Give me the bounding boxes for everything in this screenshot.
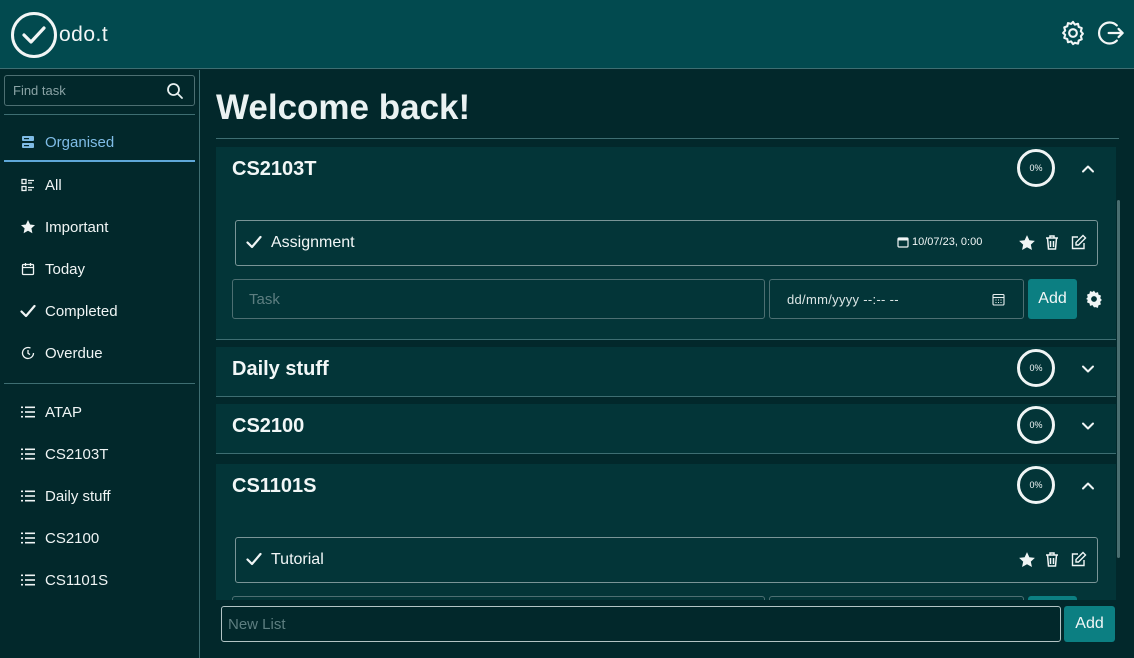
- gear-icon[interactable]: [1059, 19, 1087, 47]
- list-header[interactable]: CS1101S 0%: [216, 464, 1116, 509]
- organised-icon: [20, 134, 36, 150]
- divider: [216, 453, 1116, 454]
- task-item[interactable]: Tutorial: [235, 537, 1098, 583]
- list-label: CS1101S: [45, 571, 109, 589]
- list-label: CS2100: [45, 529, 100, 547]
- star-icon: [20, 219, 36, 235]
- nav-label: Organised: [45, 133, 115, 151]
- new-list-bar: Add: [200, 600, 1134, 658]
- list-icon: [20, 446, 36, 462]
- list-label: ATAP: [45, 403, 82, 421]
- check-icon: [20, 303, 36, 319]
- logout-icon[interactable]: [1097, 19, 1125, 47]
- task-name: Tutorial: [271, 551, 324, 568]
- nav-today[interactable]: Today: [4, 250, 195, 288]
- calendar-picker-icon[interactable]: [992, 293, 1005, 311]
- sidebar-list-atap[interactable]: ATAP: [4, 393, 195, 431]
- list-card-cs2103t: CS2103T 0% Assignment 10/07/23, 0:00 Tas…: [216, 147, 1116, 339]
- list-icon: [20, 530, 36, 546]
- list-header[interactable]: Daily stuff 0%: [216, 347, 1116, 392]
- nav-label: Important: [45, 218, 109, 236]
- search-icon[interactable]: [166, 82, 184, 105]
- main-content: Welcome back! CS2103T 0% Assignment 10/0…: [200, 70, 1134, 658]
- divider: [216, 396, 1116, 397]
- trash-icon[interactable]: [1044, 551, 1062, 569]
- date-time-input[interactable]: dd/mm/yyyy --:-- --: [769, 279, 1024, 319]
- search-box: [4, 75, 195, 106]
- list-header[interactable]: CS2100 0%: [216, 404, 1116, 449]
- list-title[interactable]: CS2100: [232, 415, 304, 438]
- list-details-icon: [20, 177, 36, 193]
- list-card-daily-stuff: Daily stuff 0%: [216, 347, 1116, 396]
- check-icon[interactable]: [246, 552, 262, 571]
- nav-overdue[interactable]: Overdue: [4, 334, 195, 372]
- new-list-input[interactable]: [221, 606, 1061, 642]
- nav-label: Today: [45, 260, 86, 278]
- task-name: Assignment: [271, 234, 355, 251]
- nav-organised[interactable]: Organised: [4, 124, 195, 162]
- app-header: odo.t: [0, 0, 1134, 69]
- sidebar-list-cs2100[interactable]: CS2100: [4, 519, 195, 557]
- due-date-text: 10/07/23, 0:00: [912, 236, 983, 248]
- progress-ring: 0%: [1017, 406, 1055, 444]
- edit-icon[interactable]: [1070, 234, 1088, 252]
- nav-all[interactable]: All: [4, 166, 195, 204]
- list-icon: [20, 488, 36, 504]
- chevron-up-icon[interactable]: [1078, 159, 1098, 179]
- task-item[interactable]: Assignment 10/07/23, 0:00: [235, 220, 1098, 266]
- task-due-date: 10/07/23, 0:00: [897, 236, 982, 248]
- task-input[interactable]: [232, 279, 765, 319]
- sidebar-list-cs2103t[interactable]: CS2103T: [4, 435, 195, 473]
- gear-icon[interactable]: [1084, 289, 1104, 309]
- nav-label: All: [45, 176, 62, 194]
- chevron-down-icon[interactable]: [1078, 416, 1098, 436]
- search-input[interactable]: [5, 76, 165, 105]
- nav-important[interactable]: Important: [4, 208, 195, 246]
- progress-ring: 0%: [1017, 149, 1055, 187]
- progress-ring: 0%: [1017, 466, 1055, 504]
- list-label: Daily stuff: [45, 487, 111, 505]
- calendar-icon: [20, 261, 36, 277]
- clock-icon: [20, 345, 36, 361]
- progress-ring: 0%: [1017, 349, 1055, 387]
- calendar-icon: [897, 237, 909, 248]
- check-logo-icon: [11, 12, 57, 58]
- sidebar-list-daily-stuff[interactable]: Daily stuff: [4, 477, 195, 515]
- divider: [4, 383, 195, 384]
- nav-label: Completed: [45, 302, 118, 320]
- list-card-cs2100: CS2100 0%: [216, 404, 1116, 453]
- star-icon[interactable]: [1018, 234, 1036, 252]
- date-placeholder: dd/mm/yyyy --:-- --: [787, 292, 899, 307]
- add-list-button[interactable]: Add: [1064, 606, 1115, 642]
- app-logo[interactable]: odo.t: [11, 12, 108, 58]
- list-title[interactable]: Daily stuff: [232, 358, 329, 381]
- page-title: Welcome back!: [216, 88, 471, 127]
- list-icon: [20, 404, 36, 420]
- star-icon[interactable]: [1018, 551, 1036, 569]
- edit-icon[interactable]: [1070, 551, 1088, 569]
- check-icon[interactable]: [246, 235, 262, 254]
- divider: [4, 114, 195, 115]
- list-title[interactable]: CS2103T: [232, 158, 317, 181]
- trash-icon[interactable]: [1044, 234, 1062, 252]
- list-label: CS2103T: [45, 445, 109, 463]
- list-title[interactable]: CS1101S: [232, 475, 317, 498]
- nav-completed[interactable]: Completed: [4, 292, 195, 330]
- add-task-button[interactable]: Add: [1028, 279, 1077, 319]
- chevron-down-icon[interactable]: [1078, 359, 1098, 379]
- list-header[interactable]: CS2103T 0%: [216, 147, 1116, 192]
- sidebar-list-cs1101s[interactable]: CS1101S: [4, 561, 195, 599]
- logo-text: odo.t: [59, 23, 109, 46]
- list-icon: [20, 572, 36, 588]
- scrollbar[interactable]: [1117, 200, 1120, 558]
- nav-label: Overdue: [45, 344, 103, 362]
- chevron-up-icon[interactable]: [1078, 476, 1098, 496]
- sidebar: Organised All Important Today Completed …: [0, 70, 200, 658]
- divider: [216, 138, 1119, 139]
- divider: [216, 339, 1116, 340]
